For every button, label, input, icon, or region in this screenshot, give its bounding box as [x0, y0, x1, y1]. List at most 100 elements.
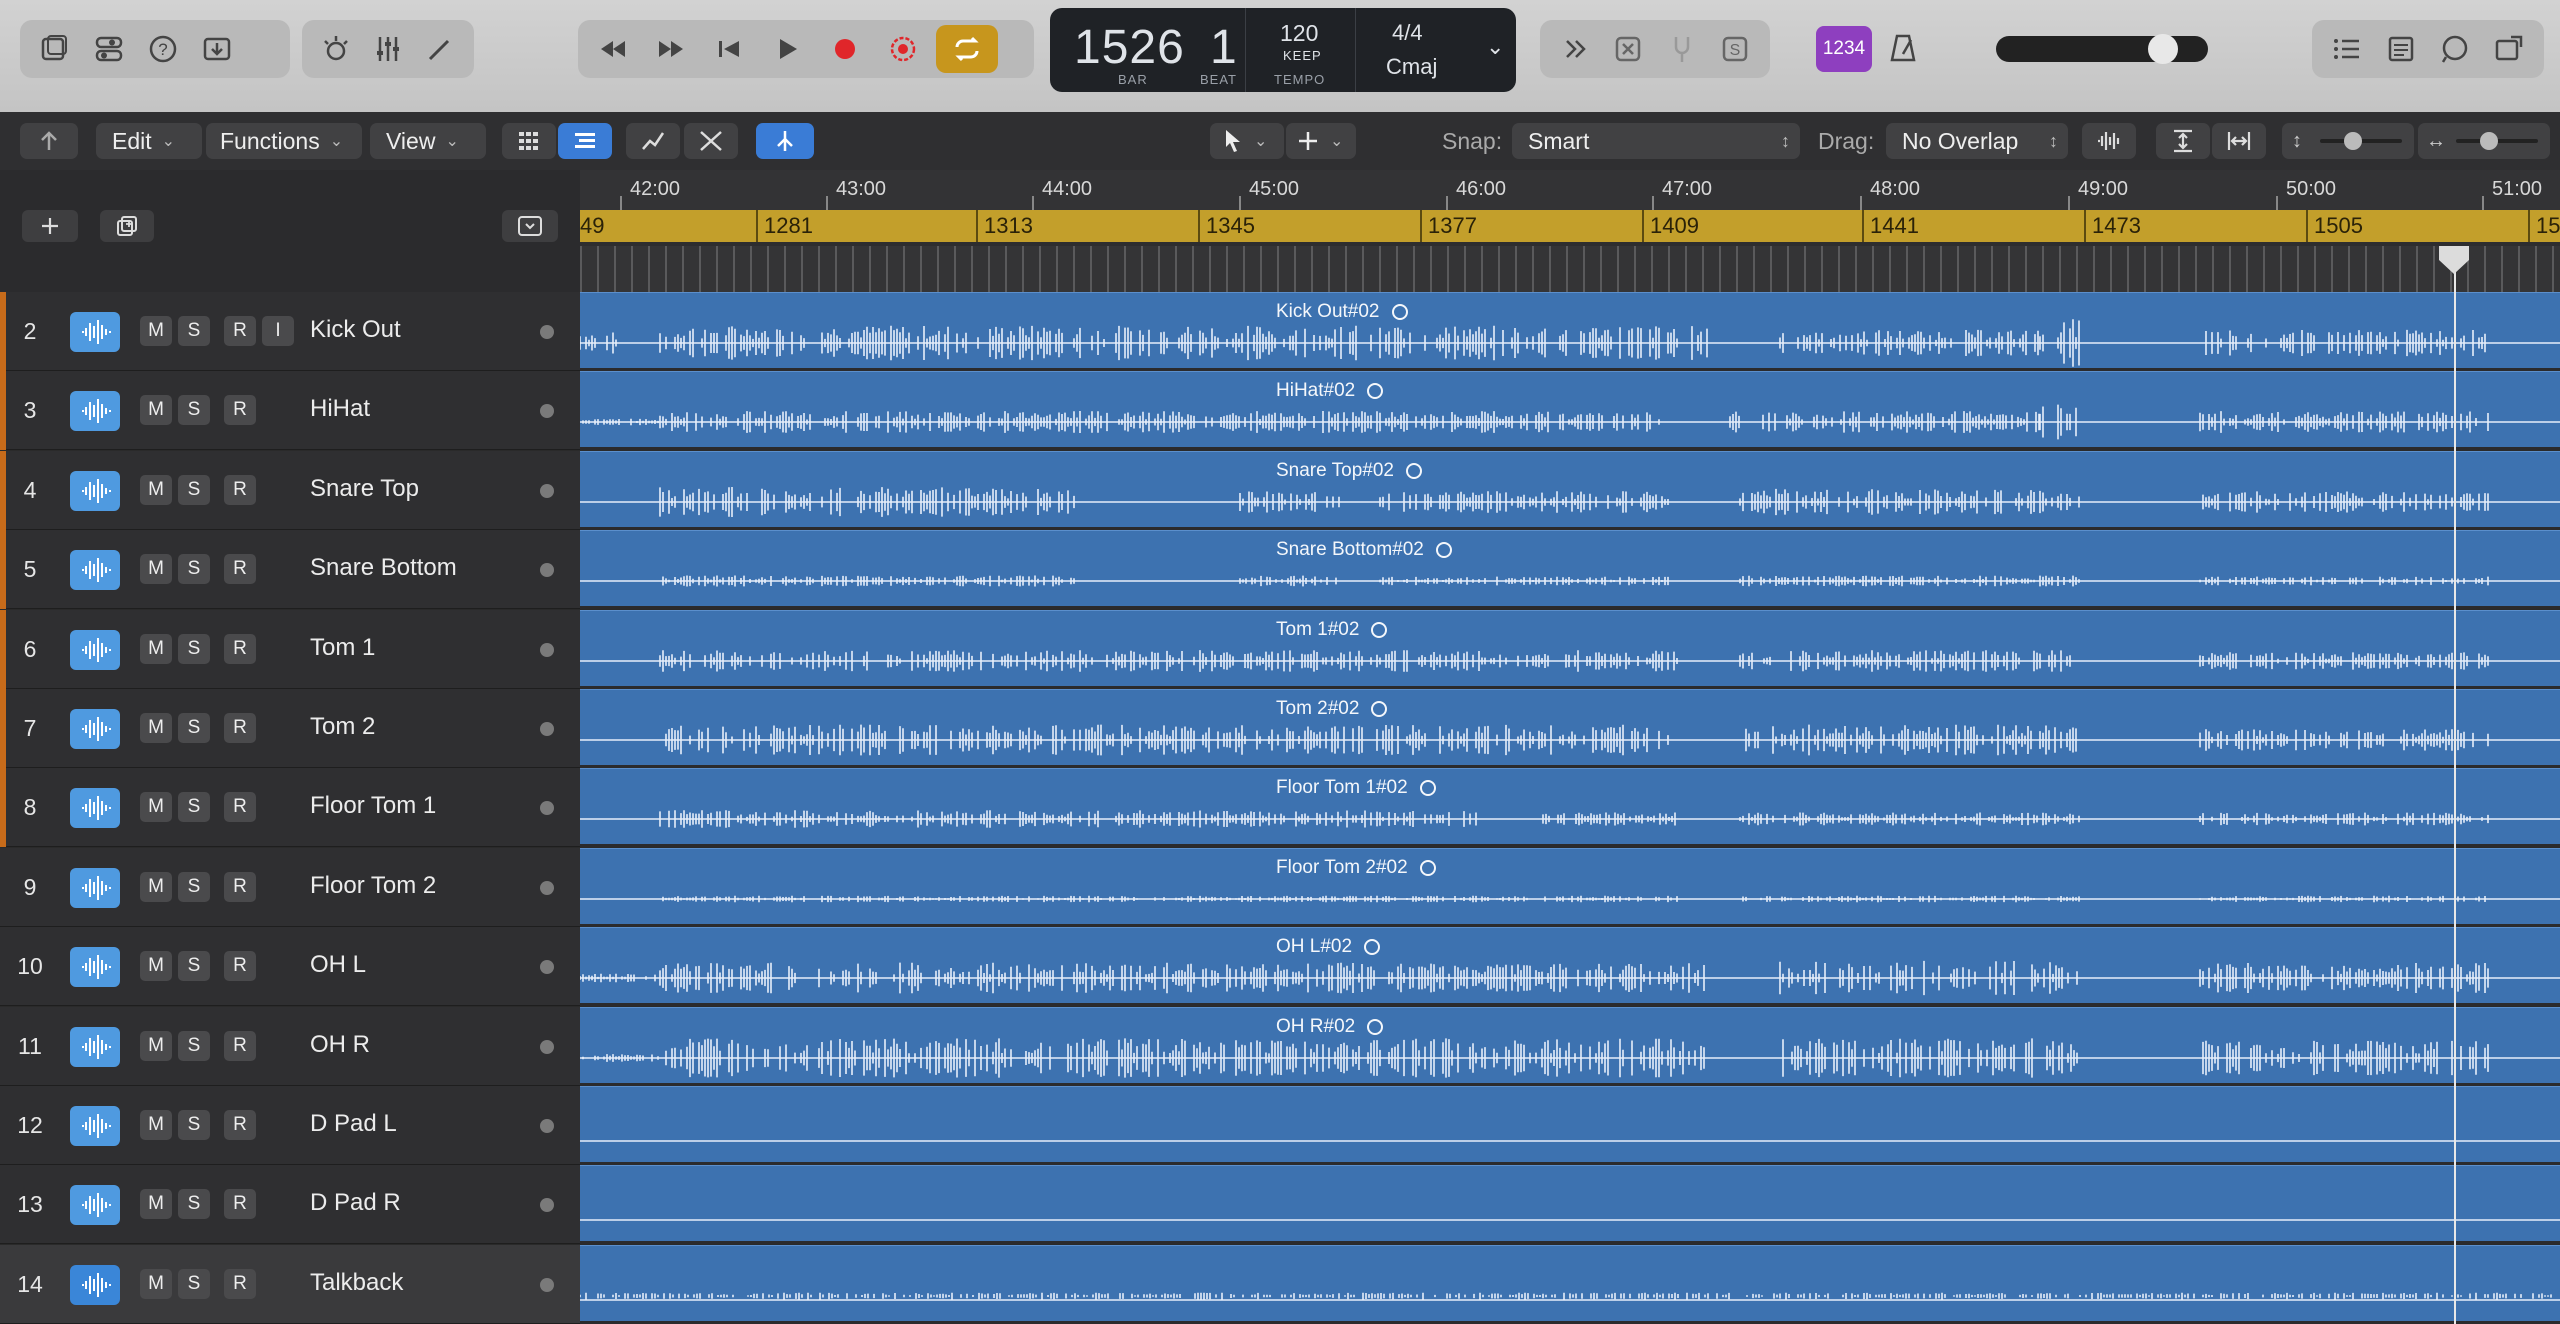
audio-region[interactable]: Snare Bottom#02 — [580, 530, 2560, 607]
audio-region[interactable]: Floor Tom 1#02 — [580, 768, 2560, 845]
track-lane[interactable]: OH R#02 — [580, 1006, 2560, 1086]
go-to-beginning-button[interactable] — [704, 27, 754, 71]
tuning-fork-button[interactable] — [1657, 27, 1707, 71]
mixer-button[interactable] — [364, 27, 412, 71]
track-header[interactable]: 5 M S R Snare Bottom — [0, 530, 580, 610]
track-lane[interactable]: D Pad L#02 — [580, 1086, 2560, 1165]
audio-region[interactable]: Snare Top#02 — [580, 450, 2560, 527]
solo-button[interactable]: S — [178, 1189, 210, 1220]
track-header[interactable]: 6 M S R Tom 1 — [0, 609, 580, 689]
playhead-line[interactable] — [2454, 246, 2456, 1324]
record-enable-button[interactable]: R — [224, 713, 256, 743]
back-button[interactable] — [20, 123, 78, 159]
audio-track-icon[interactable] — [70, 1185, 120, 1226]
inspector-button[interactable] — [84, 27, 134, 71]
automation-button[interactable] — [626, 123, 680, 159]
audio-region[interactable]: OH L#02 — [580, 927, 2560, 1004]
lcd-display[interactable]: 1526 1 BAR BEAT 120 KEEP TEMPO 4/4 Cmaj — [1050, 8, 1516, 92]
track-row[interactable]: 5 M S R Snare Bottom Snare Bottom#02 — [0, 530, 2560, 610]
track-row[interactable]: 12 MSR D Pad L D Pad L#02 — [0, 1086, 2560, 1165]
solo-button[interactable]: S — [178, 871, 210, 902]
pointer-tool-menu[interactable]: ⌄ — [1210, 123, 1284, 159]
vertical-zoom-knob[interactable] — [2344, 132, 2362, 150]
record-button[interactable] — [820, 27, 870, 71]
edit-menu[interactable]: Edit ⌄ — [96, 123, 202, 159]
track-name[interactable]: OH R — [310, 1031, 370, 1059]
count-in-button[interactable]: 1234 — [1816, 26, 1872, 72]
track-header[interactable]: 11 M S R OH R — [0, 1006, 580, 1086]
solo-button[interactable]: S — [178, 633, 210, 664]
mute-button[interactable]: M — [140, 792, 172, 823]
mute-button[interactable]: M — [140, 713, 172, 743]
horizontal-zoom-fit-button[interactable] — [2212, 123, 2266, 159]
track-header[interactable]: 10 M S R OH L — [0, 927, 580, 1007]
track-lane[interactable]: Snare Bottom#02 — [580, 530, 2560, 610]
mute-button[interactable]: M — [140, 554, 172, 585]
record-enable-button[interactable]: R — [224, 1268, 256, 1299]
track-name[interactable]: D Pad R — [310, 1189, 401, 1217]
lcd-chevron-down-icon[interactable]: ⌄ — [1486, 34, 1504, 60]
mute-button[interactable]: M — [140, 316, 172, 346]
solo-button[interactable]: S — [178, 395, 210, 426]
marker-lane[interactable] — [580, 246, 2560, 292]
track-lane[interactable]: Floor Tom 1#02 — [580, 768, 2560, 848]
mute-button[interactable]: M — [140, 951, 172, 982]
track-row[interactable]: 4 M S R Snare Top Snare Top#02 — [0, 450, 2560, 530]
record-enable-button[interactable]: R — [224, 474, 256, 505]
audio-track-icon[interactable] — [70, 709, 120, 749]
track-name[interactable]: Tom 2 — [310, 713, 375, 741]
record-enable-button[interactable]: R — [224, 554, 256, 585]
track-name[interactable]: Tom 1 — [310, 634, 375, 662]
forward-button[interactable] — [646, 27, 696, 71]
track-row[interactable]: 6 M S R Tom 1 Tom 1#02 — [0, 609, 2560, 689]
track-name[interactable]: Snare Bottom — [310, 554, 457, 582]
audio-track-icon[interactable] — [70, 1106, 120, 1146]
solo-button[interactable]: S — [178, 1110, 210, 1140]
audio-region[interactable]: D Pad R#02 — [580, 1165, 2560, 1242]
track-row[interactable]: 13 MSR D Pad R D Pad R#02 — [0, 1165, 2560, 1245]
track-lane[interactable]: OH L#02 — [580, 927, 2560, 1007]
track-lane[interactable]: HiHat#02 — [580, 371, 2560, 451]
loop-browser-button[interactable] — [2430, 27, 2480, 71]
mute-button[interactable]: M — [140, 1268, 172, 1299]
solo-button[interactable]: S — [178, 316, 210, 346]
functions-menu[interactable]: Functions ⌄ — [206, 123, 362, 159]
mute-button[interactable]: M — [140, 1189, 172, 1220]
tuner-button[interactable] — [312, 27, 360, 71]
autopunch-button[interactable] — [878, 27, 928, 71]
track-name[interactable]: Kick Out — [310, 316, 401, 344]
audio-region[interactable]: HiHat#02 — [580, 371, 2560, 448]
drag-select[interactable]: No Overlap ↕ — [1886, 123, 2068, 159]
record-enable-button[interactable]: R — [224, 1189, 256, 1220]
timeline-ruler[interactable]: 42:00 43:00 44:00 45:00 46:00 47:00 48:00 49:00… — [580, 170, 2560, 292]
track-row[interactable]: 7 M S R Tom 2 Tom 2#02 — [0, 689, 2560, 768]
solo-button[interactable]: S — [178, 713, 210, 743]
audio-track-icon[interactable] — [70, 1026, 120, 1067]
audio-track-icon[interactable] — [70, 312, 120, 352]
cycle-button[interactable] — [936, 25, 998, 73]
vertical-zoom-slider[interactable]: ↕ — [2282, 123, 2414, 159]
audio-region[interactable]: Tom 1#02 — [580, 609, 2560, 686]
track-name[interactable]: HiHat — [310, 395, 370, 423]
time-ruler[interactable]: 42:00 43:00 44:00 45:00 46:00 47:00 48:00 49:00… — [580, 170, 2560, 211]
track-row[interactable]: 9 M S R Floor Tom 2 Floor Tom 2#02 — [0, 847, 2560, 927]
track-header[interactable]: 8 M S R Floor Tom 1 — [0, 768, 580, 848]
audio-track-icon[interactable] — [70, 867, 120, 908]
track-row[interactable]: 8 M S R Floor Tom 1 Floor Tom 1#02 — [0, 768, 2560, 848]
quick-help-button[interactable]: ? — [138, 27, 188, 71]
solo-button[interactable]: S — [178, 474, 210, 505]
grid-view-button[interactable] — [502, 123, 556, 159]
track-header[interactable]: 4 M S R Snare Top — [0, 450, 580, 530]
toolbar-toggle-button[interactable] — [192, 27, 242, 71]
mute-button[interactable]: M — [140, 871, 172, 902]
track-row[interactable]: 3 M S R HiHat HiHat#02 — [0, 371, 2560, 451]
browsers-button[interactable] — [2484, 27, 2534, 71]
solo-button[interactable]: S — [178, 951, 210, 982]
snap-select[interactable]: Smart ↕ — [1512, 123, 1800, 159]
track-header[interactable]: 3 M S R HiHat — [0, 371, 580, 451]
record-enable-button[interactable]: R — [224, 395, 256, 426]
record-enable-button[interactable]: R — [224, 1110, 256, 1140]
audio-track-icon[interactable] — [70, 550, 120, 591]
audio-track-icon[interactable] — [70, 788, 120, 829]
track-row[interactable]: 14 MSR Talkback Talkback#02 — [0, 1244, 2560, 1324]
